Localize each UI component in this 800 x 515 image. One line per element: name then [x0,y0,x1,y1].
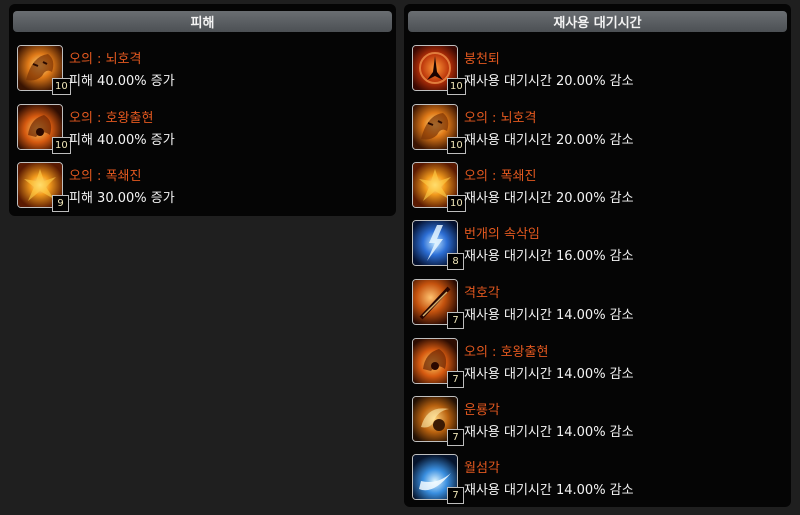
skill-level-badge: 7 [447,371,464,388]
skill-name: 번개의 속삭임 [464,227,540,242]
skill-effect: 재사용 대기시간 16.00% 감소 [464,249,634,264]
skill-effect: 피해 30.00% 증가 [69,191,175,206]
cooldown-panel-title: 재사용 대기시간 [408,11,787,32]
skill-name: 오의 : 폭쇄진 [69,169,142,184]
skill-name: 오의 : 호왕출현 [464,345,549,360]
skill-effect: 재사용 대기시간 20.00% 감소 [464,133,634,148]
skill-name: 오의 : 폭쇄진 [464,169,537,184]
skill-level-badge: 10 [447,137,466,154]
skill-level-badge: 10 [52,137,71,154]
cooldown-skill-row[interactable]: 10 오의 : 뇌호격 재사용 대기시간 20.00% 감소 [412,104,782,156]
skill-level-badge: 10 [52,78,71,95]
skill-effect: 재사용 대기시간 14.00% 감소 [464,425,634,440]
skill-name: 오의 : 뇌호격 [464,111,537,126]
skill-effect: 피해 40.00% 증가 [69,74,175,89]
damage-skill-row[interactable]: 9 오의 : 폭쇄진 피해 30.00% 증가 [17,162,387,214]
cooldown-skill-row[interactable]: 7 오의 : 호왕출현 재사용 대기시간 14.00% 감소 [412,338,782,390]
cooldown-skill-row[interactable]: 7 운룡각 재사용 대기시간 14.00% 감소 [412,396,782,448]
skill-level-badge: 10 [447,78,466,95]
skill-level-badge: 9 [52,195,69,212]
skill-effect: 피해 40.00% 증가 [69,133,175,148]
skill-name: 월섬각 [464,461,500,476]
cooldown-skill-row[interactable]: 8 번개의 속삭임 재사용 대기시간 16.00% 감소 [412,220,782,272]
skill-effect: 재사용 대기시간 14.00% 감소 [464,483,634,498]
skill-effect: 재사용 대기시간 20.00% 감소 [464,191,634,206]
damage-panel: 피해 10 오의 : 뇌호격 피해 40.00% 증가 10 오의 : 호왕출현… [9,4,396,216]
skill-level-badge: 7 [447,429,464,446]
cooldown-skill-row[interactable]: 10 붕천퇴 재사용 대기시간 20.00% 감소 [412,45,782,97]
cooldown-skill-row[interactable]: 7 격호각 재사용 대기시간 14.00% 감소 [412,279,782,331]
cooldown-skill-row[interactable]: 7 월섬각 재사용 대기시간 14.00% 감소 [412,454,782,506]
skill-name: 운룡각 [464,403,500,418]
damage-skill-row[interactable]: 10 오의 : 뇌호격 피해 40.00% 증가 [17,45,387,97]
skill-effect: 재사용 대기시간 20.00% 감소 [464,74,634,89]
skill-effect: 재사용 대기시간 14.00% 감소 [464,367,634,382]
cooldown-panel: 재사용 대기시간 10 붕천퇴 재사용 대기시간 20.00% 감소 10 오의… [404,4,791,507]
skill-effect: 재사용 대기시간 14.00% 감소 [464,308,634,323]
cooldown-skill-row[interactable]: 10 오의 : 폭쇄진 재사용 대기시간 20.00% 감소 [412,162,782,214]
skill-name: 오의 : 뇌호격 [69,52,142,67]
skill-name: 격호각 [464,286,500,301]
skill-name: 오의 : 호왕출현 [69,111,154,126]
skill-level-badge: 10 [447,195,466,212]
damage-panel-title: 피해 [13,11,392,32]
skill-level-badge: 8 [447,253,464,270]
damage-skill-row[interactable]: 10 오의 : 호왕출현 피해 40.00% 증가 [17,104,387,156]
skill-level-badge: 7 [447,487,464,504]
skill-level-badge: 7 [447,312,464,329]
skill-name: 붕천퇴 [464,52,500,67]
